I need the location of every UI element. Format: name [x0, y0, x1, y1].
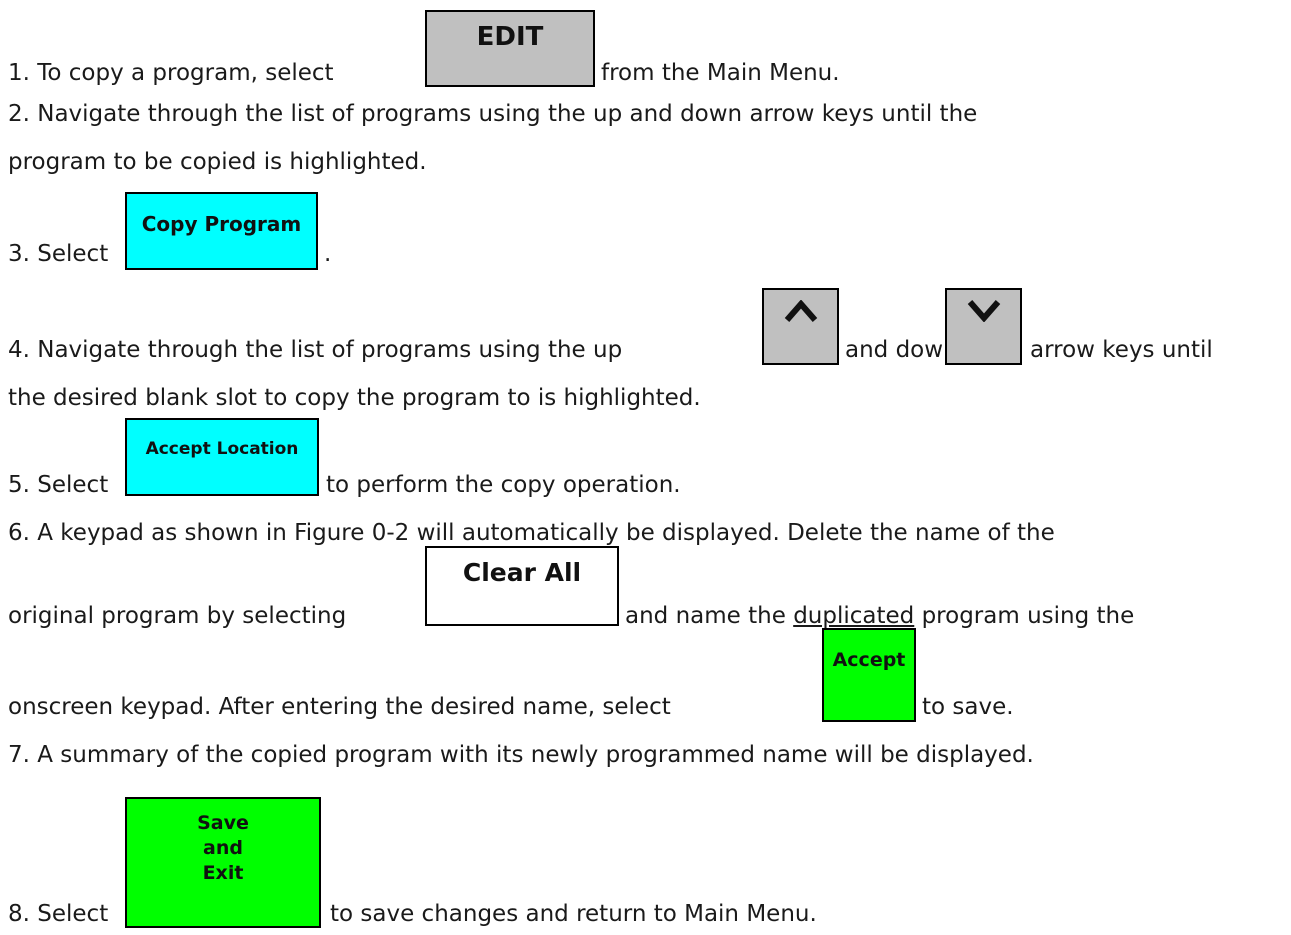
step6-text-b: program using the: [914, 603, 1135, 629]
clear-all-button-label: Clear All: [462, 558, 582, 587]
step1-text-end: from the Main Menu.: [601, 60, 840, 86]
step2-line2: program to be copied is highlighted.: [8, 149, 427, 175]
save-label-line2: and: [203, 837, 243, 859]
step1-text: 1. To copy a program, select: [8, 60, 334, 86]
up-arrow-icon: [784, 299, 818, 326]
step3-text: 3. Select: [8, 241, 109, 267]
step6-line2-end: and name the duplicated program using th…: [625, 602, 1134, 630]
edit-button[interactable]: EDIT: [425, 10, 595, 87]
step6-underlined-word: duplicated: [793, 603, 915, 629]
step5-text-end: to perform the copy operation.: [326, 472, 681, 498]
down-arrow-button[interactable]: [945, 288, 1022, 365]
step8-text: 8. Select: [8, 901, 109, 927]
save-label-line3: Exit: [202, 862, 244, 884]
step6-text-a: and name the: [625, 603, 794, 629]
save-and-exit-button[interactable]: Save and Exit: [125, 797, 321, 928]
step6-line3-end: to save.: [922, 694, 1014, 720]
copy-program-button-label: Copy Program: [141, 212, 302, 236]
step4-text-end: arrow keys until: [1030, 337, 1213, 363]
accept-button-label: Accept: [832, 649, 906, 671]
copy-program-button[interactable]: Copy Program: [125, 192, 318, 270]
step6-line2: original program by selecting: [8, 603, 347, 629]
step5-text: 5. Select: [8, 472, 109, 498]
up-arrow-button[interactable]: [762, 288, 839, 365]
step6-line3: onscreen keypad. After entering the desi…: [8, 694, 671, 720]
accept-location-button[interactable]: Accept Location: [125, 418, 319, 496]
accept-location-button-label: Accept Location: [145, 439, 299, 459]
clear-all-button[interactable]: Clear All: [425, 546, 619, 626]
accept-button[interactable]: Accept: [822, 628, 916, 722]
step2-line1: 2. Navigate through the list of programs…: [8, 101, 978, 127]
save-label-line1: Save: [197, 812, 249, 834]
step8-text-end: to save changes and return to Main Menu.: [330, 901, 817, 927]
down-arrow-icon: [967, 300, 1001, 326]
edit-button-label: EDIT: [476, 22, 544, 52]
step6-line1: 6. A keypad as shown in Figure 0-2 will …: [8, 520, 1055, 546]
step4-line2: the desired blank slot to copy the progr…: [8, 385, 701, 411]
step4-text: 4. Navigate through the list of programs…: [8, 337, 623, 363]
step4-text-middle: and down: [845, 337, 958, 363]
step3-text-end: .: [324, 241, 332, 267]
step7-line1: 7. A summary of the copied program with …: [8, 742, 1034, 768]
